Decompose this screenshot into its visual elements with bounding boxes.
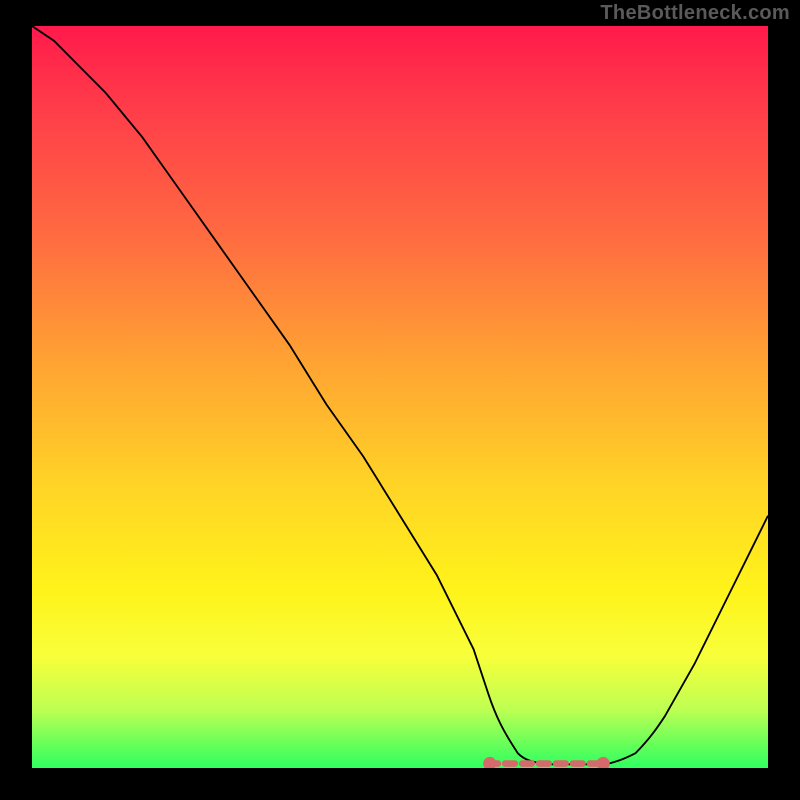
bottleneck-curve: [32, 26, 768, 764]
chart-frame: TheBottleneck.com: [0, 0, 800, 800]
plot-area: [32, 26, 768, 768]
watermark-text: TheBottleneck.com: [600, 2, 790, 25]
curve-layer: [32, 26, 768, 768]
optimum-zone-marker: [483, 757, 610, 768]
